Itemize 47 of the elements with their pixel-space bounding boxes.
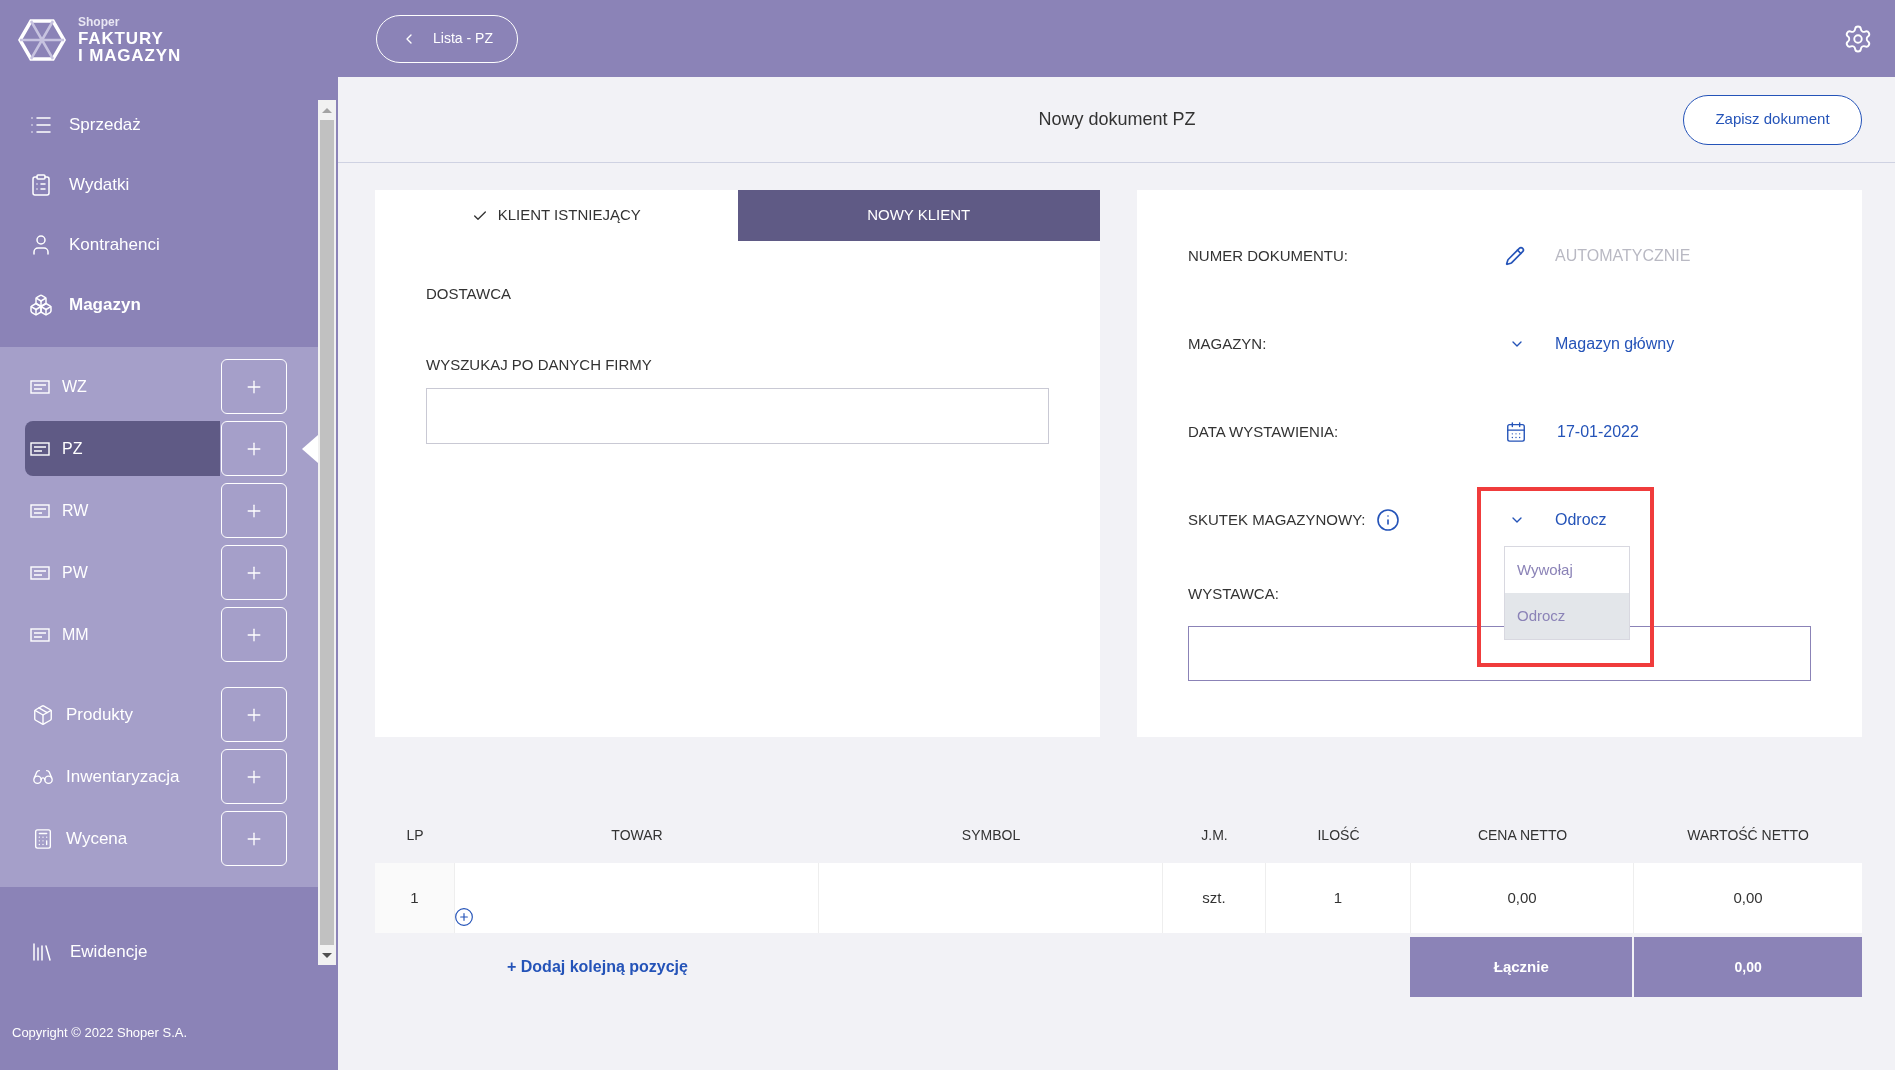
field-value[interactable]: 17-01-2022 <box>1557 420 1639 444</box>
field-label: WYSTAWCA: <box>1188 584 1280 604</box>
logo-brand: Shoper <box>78 16 121 28</box>
field-value[interactable]: Odrocz <box>1555 508 1607 532</box>
submenu-item[interactable]: Produkty <box>32 701 221 728</box>
total-label: Łącznie <box>1410 937 1633 997</box>
table-cell: 1 <box>375 863 455 933</box>
menu-item[interactable]: Wydatki <box>0 160 318 210</box>
submenu-item[interactable]: Inwentaryzacja <box>32 763 221 790</box>
table-cell: szt. <box>1163 863 1266 933</box>
dropdown-option[interactable]: Odrocz <box>1505 593 1629 639</box>
section-label: DOSTAWCA <box>426 284 512 304</box>
column-header: WARTOŚĆ NETTO <box>1686 825 1810 845</box>
tab[interactable]: NOWY KLIENT <box>737 190 1100 241</box>
column-header: SYMBOL <box>960 825 1022 845</box>
column-header: ILOŚĆ <box>1316 825 1361 845</box>
field-label: DATA WYSTAWIENIA: <box>1188 421 1339 442</box>
total-value: 0,00 <box>1634 937 1862 997</box>
save-button[interactable]: Zapisz dokument <box>1683 94 1862 145</box>
column-header: J.M. <box>1200 825 1229 845</box>
logo-title: I MAGAZYN <box>78 47 182 64</box>
submenu-item[interactable]: Wycena <box>32 825 221 852</box>
column-header: TOWAR <box>610 825 664 845</box>
submenu-item[interactable]: PZ <box>25 421 220 476</box>
table-cell: 0,00 <box>1411 863 1634 933</box>
field-label: WYSZUKAJ PO DANYCH FIRMY <box>426 354 653 375</box>
menu-item[interactable]: Kontrahenci <box>0 220 318 270</box>
field-value[interactable]: Magazyn główny <box>1555 332 1675 356</box>
field-label: NUMER DOKUMENTU: <box>1188 245 1348 266</box>
table-cell: 1 <box>1266 863 1411 933</box>
menu-item[interactable]: Sprzedaż <box>0 100 318 150</box>
field-value: AUTOMATYCZNIE <box>1555 246 1691 266</box>
submenu-item[interactable]: RW <box>25 483 220 538</box>
submenu-item[interactable]: MM <box>25 607 220 662</box>
menu-item[interactable]: Magazyn <box>0 280 318 330</box>
submenu-item[interactable]: PW <box>25 545 220 600</box>
field-label: SKUTEK MAGAZYNOWY: <box>1188 509 1366 530</box>
page-title: Nowy dokument PZ <box>1037 108 1197 131</box>
copyright: Copyright © 2022 Shoper S.A. <box>12 1023 189 1042</box>
submenu-item[interactable]: WZ <box>25 359 220 414</box>
add-row-link[interactable]: + Dodaj kolejną pozycję <box>507 955 688 979</box>
column-header: LP <box>405 825 425 845</box>
column-header: CENA NETTO <box>1476 825 1569 845</box>
logo-title: FAKTURY <box>78 30 165 47</box>
field-label: MAGAZYN: <box>1188 333 1267 354</box>
menu-item[interactable]: Ewidencje <box>0 927 200 977</box>
table-cell: 0,00 <box>1634 863 1862 933</box>
